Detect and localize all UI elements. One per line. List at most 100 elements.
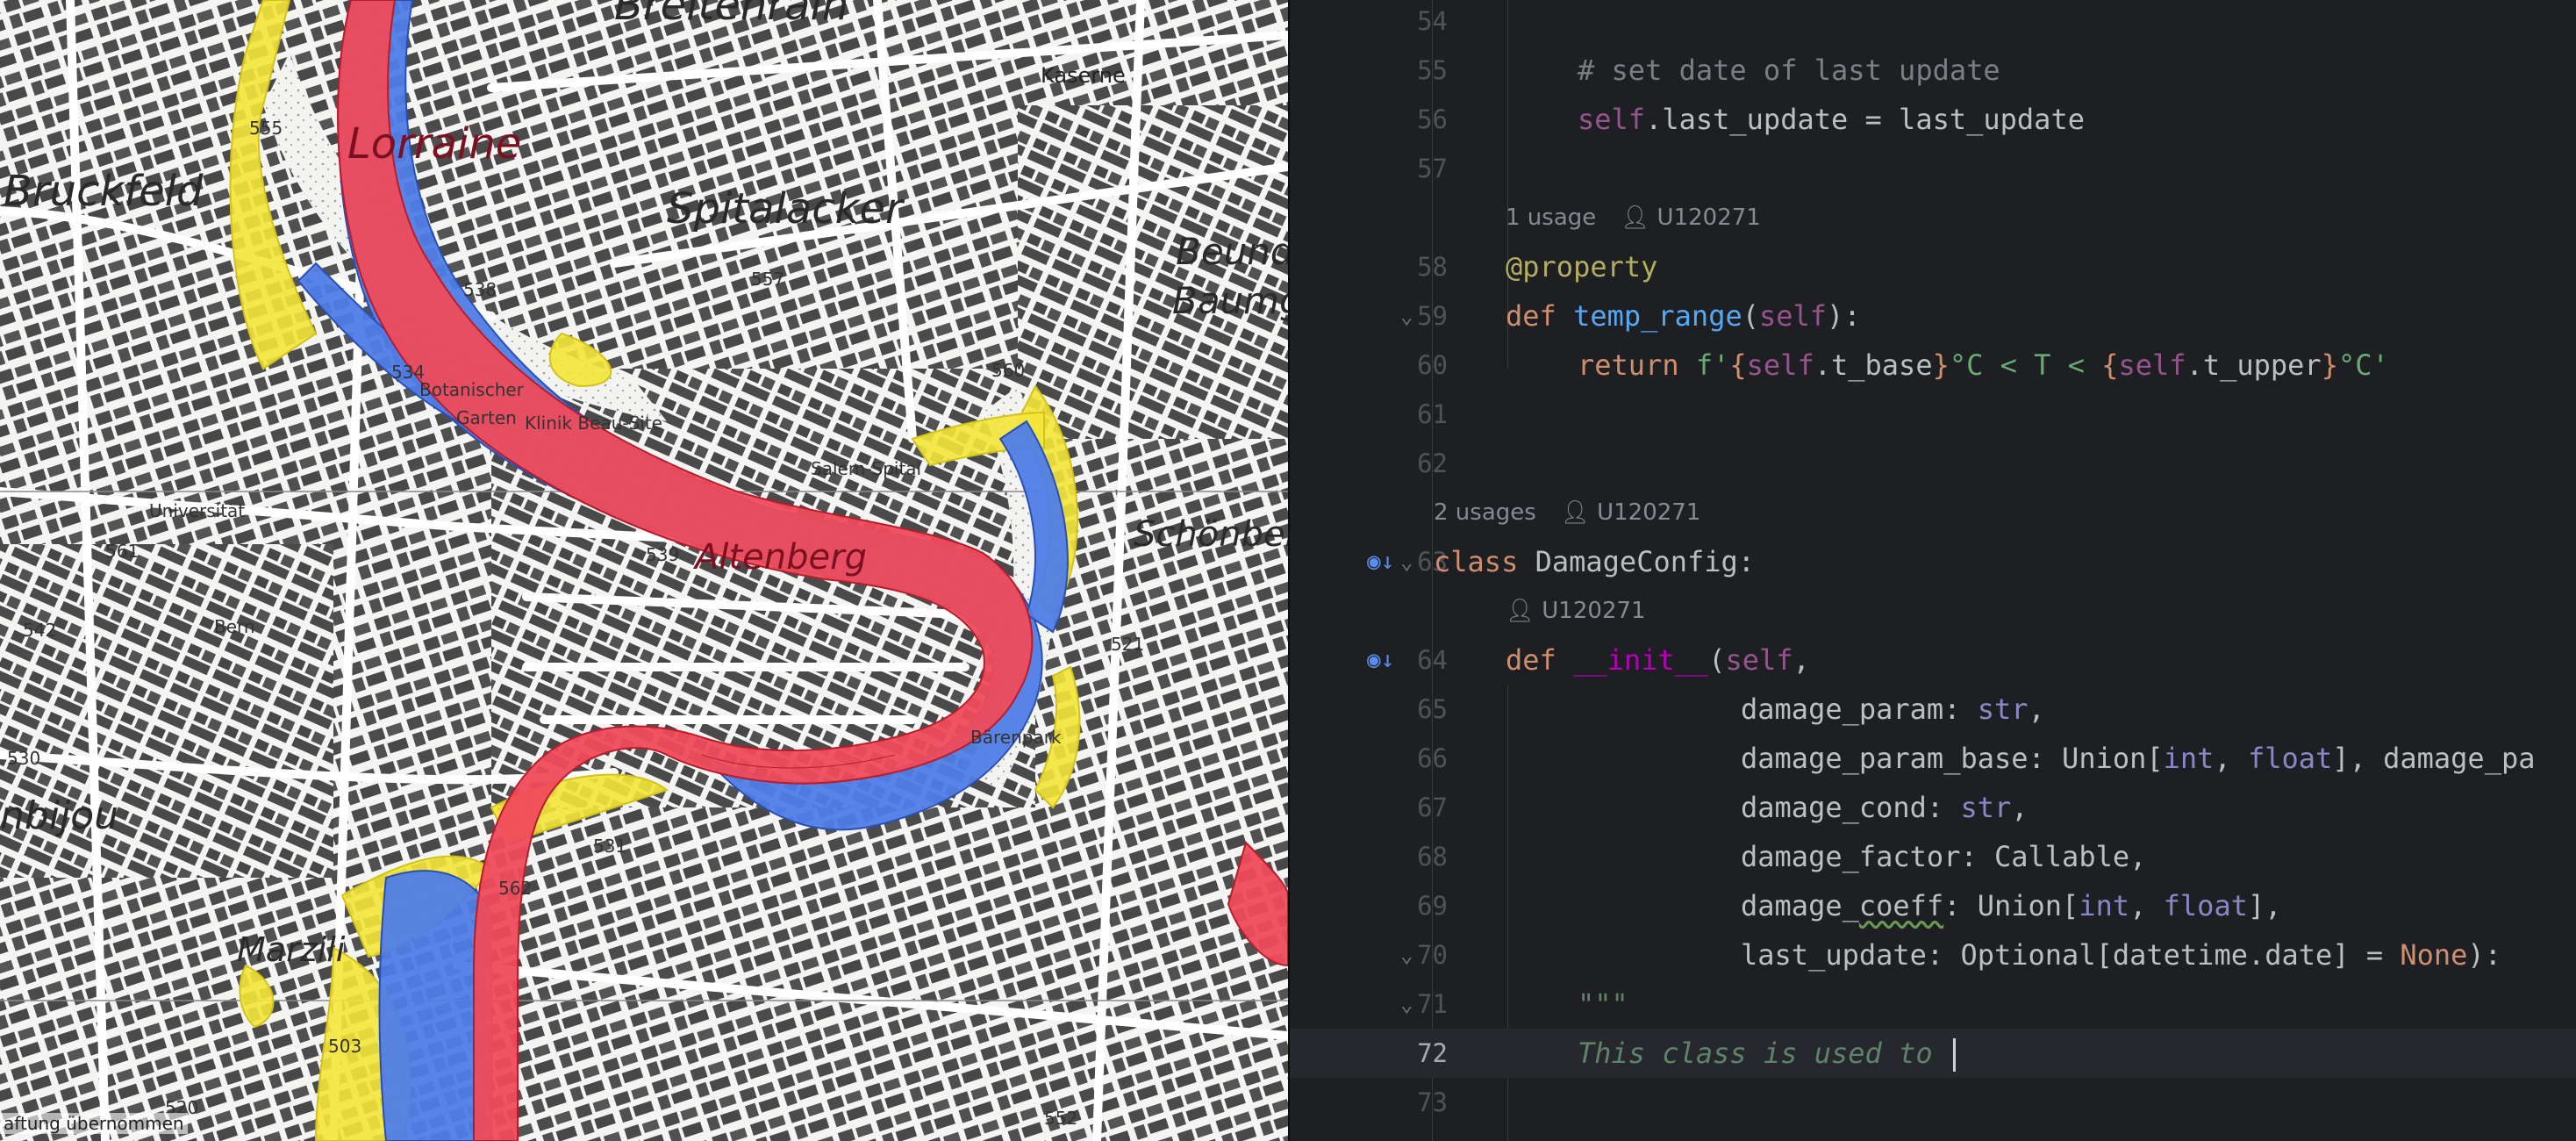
code-text[interactable]: This class is used to <box>1578 1029 1956 1078</box>
code-text[interactable]: self.last_update = last_update <box>1578 95 2085 144</box>
line-number[interactable]: 58 <box>1290 242 1448 291</box>
map-label-garten: Garten <box>456 407 517 428</box>
code-line[interactable]: 61 <box>1290 390 2576 439</box>
author-hint[interactable]: 👤︎ U120271 <box>1621 193 1761 242</box>
text-caret <box>1952 1038 1956 1072</box>
line-number[interactable]: 55 <box>1290 46 1448 95</box>
code-text[interactable]: damage_cond: str, <box>1741 783 2029 832</box>
type-token: float <box>2247 742 2333 775</box>
self-token: self <box>1725 643 1793 677</box>
code-line[interactable]: 69 damage_coeff: Union[int, float], <box>1290 881 2576 930</box>
code-text[interactable]: def temp_range(self): <box>1506 291 1861 341</box>
code-text[interactable]: @property <box>1506 242 1657 291</box>
line-number[interactable]: 59 <box>1290 291 1448 341</box>
map-label-barenpark: Bärenpark <box>970 727 1062 748</box>
elevation-557: 557 <box>751 269 785 290</box>
hazard-map[interactable]: Breitenrain Lorraine Bruckfeld Spitalack… <box>0 0 1288 1141</box>
brace-token: } <box>2321 348 2338 382</box>
line-number[interactable]: 61 <box>1290 390 1448 439</box>
line-number[interactable]: 68 <box>1290 832 1448 881</box>
docstring-token: """ <box>1578 987 1628 1021</box>
map-label-bruckfeld: Bruckfeld <box>4 167 204 216</box>
code-token: ): <box>2467 938 2501 972</box>
code-text[interactable]: damage_param: str, <box>1741 685 2045 734</box>
code-text[interactable]: def __init__(self, <box>1506 635 1810 685</box>
code-text[interactable]: """ <box>1578 980 1628 1029</box>
map-label-schonberg: Schönberg <box>1134 514 1288 555</box>
line-number[interactable]: 62 <box>1290 439 1448 488</box>
override-method-icon[interactable]: ◉↓ <box>1367 635 1394 685</box>
param-token: last_update: Optional[datetime.date] = <box>1741 938 2401 972</box>
type-token: int <box>2079 889 2130 922</box>
line-number[interactable]: 56 <box>1290 95 1448 144</box>
line-number[interactable]: 57 <box>1290 144 1448 193</box>
line-number[interactable]: 71 <box>1290 980 1448 1029</box>
code-text[interactable]: class DamageConfig: <box>1434 537 1755 586</box>
string-token: f' <box>1678 348 1730 382</box>
implemented-override-icon[interactable]: ◉↓ <box>1367 537 1394 586</box>
code-text[interactable]: damage_factor: Callable, <box>1741 832 2146 881</box>
code-line[interactable]: 73 <box>1290 1078 2576 1127</box>
code-line[interactable]: 58 @property <box>1290 242 2576 291</box>
code-line[interactable]: 66 damage_param_base: Union[int, float],… <box>1290 734 2576 783</box>
code-text[interactable]: # set date of last update <box>1578 46 2000 95</box>
map-attribution: aftung übernommen <box>0 1113 188 1134</box>
code-text[interactable]: last_update: Optional[datetime.date] = N… <box>1741 930 2501 980</box>
code-vision-hint[interactable]: 1 usage 👤︎ U120271 <box>1290 193 2576 242</box>
self-token: self <box>2118 348 2186 382</box>
author-hint[interactable]: 👤︎ U120271 <box>1506 598 1646 624</box>
brace-token: } <box>1932 348 1950 382</box>
fold-chevron-icon[interactable]: ⌄ <box>1400 930 1413 980</box>
line-number[interactable]: 66 <box>1290 734 1448 783</box>
code-text[interactable]: damage_param_base: Union[int, float], da… <box>1741 734 2535 783</box>
line-number[interactable]: 54 <box>1290 0 1448 46</box>
usages-hint[interactable]: 2 usages 👤︎ U120271 <box>1434 488 1700 537</box>
code-line[interactable]: 70 ⌄ last_update: Optional[datetime.date… <box>1290 930 2576 980</box>
person-icon: 👤︎ <box>1560 499 1598 526</box>
line-number[interactable]: 70 <box>1290 930 1448 980</box>
line-number[interactable]: 60 <box>1290 341 1448 390</box>
code-text[interactable]: damage_coeff: Union[int, float], <box>1741 881 2282 930</box>
line-number[interactable]: 73 <box>1290 1078 1448 1127</box>
fold-chevron-icon[interactable]: ⌄ <box>1400 980 1413 1029</box>
code-line[interactable]: 67 damage_cond: str, <box>1290 783 2576 832</box>
class-name: DamageConfig: <box>1518 545 1756 578</box>
code-vision-hint[interactable]: 2 usages 👤︎ U120271 <box>1290 488 2576 537</box>
usages-count[interactable]: 2 usages <box>1434 499 1536 526</box>
line-number[interactable]: 69 <box>1290 881 1448 930</box>
code-line[interactable]: 63 ◉↓ ⌄ class DamageConfig: <box>1290 537 2576 586</box>
line-number[interactable]: 67 <box>1290 783 1448 832</box>
map-label-botanischer: Botanischer <box>419 379 524 400</box>
code-token: ): <box>1827 299 1861 333</box>
code-vision-hint[interactable]: 👤︎ U120271 <box>1290 586 2576 635</box>
usages-hint[interactable]: 1 usage 👤︎ U120271 <box>1506 193 1761 242</box>
code-line[interactable]: 54 <box>1290 0 2576 46</box>
code-text[interactable]: return f'{self.t_base}°C < T < {self.t_u… <box>1578 341 2389 390</box>
line-number[interactable]: 65 <box>1290 685 1448 734</box>
code-line[interactable]: 62 <box>1290 439 2576 488</box>
code-line[interactable]: 64 ◉↓ def __init__(self, <box>1290 635 2576 685</box>
code-line[interactable]: 60 return f'{self.t_base}°C < T < {self.… <box>1290 341 2576 390</box>
code-line[interactable]: 55 # set date of last update <box>1290 46 2576 95</box>
elevation-538: 538 <box>463 279 497 300</box>
elevation-503: 503 <box>328 1036 362 1057</box>
usages-hint[interactable]: 👤︎ U120271 <box>1506 586 1646 635</box>
code-line[interactable]: 56 self.last_update = last_update <box>1290 95 2576 144</box>
code-token: , <box>2011 791 2029 824</box>
code-line[interactable]: 68 damage_factor: Callable, <box>1290 832 2576 881</box>
map-label-beunde: Beunde <box>1176 230 1288 273</box>
keyword-token: def <box>1506 643 1556 677</box>
code-editor[interactable]: 54 55 # set date of last update 56 self.… <box>1290 0 2576 1141</box>
author-name: U120271 <box>1597 499 1701 526</box>
code-line[interactable]: 59 ⌄ def temp_range(self): <box>1290 291 2576 341</box>
fold-chevron-icon[interactable]: ⌄ <box>1400 537 1413 586</box>
code-line[interactable]: 65 damage_param: str, <box>1290 685 2576 734</box>
code-line-current[interactable]: 72 This class is used to <box>1290 1029 2576 1078</box>
code-line[interactable]: 71 ⌄ """ <box>1290 980 2576 1029</box>
usages-count[interactable]: 1 usage <box>1506 205 1596 231</box>
comment-token: # set date of last update <box>1578 54 2000 87</box>
author-hint[interactable]: 👤︎ U120271 <box>1561 488 1701 537</box>
line-number[interactable]: 72 <box>1290 1029 1448 1078</box>
fold-chevron-icon[interactable]: ⌄ <box>1400 291 1413 341</box>
code-line[interactable]: 57 <box>1290 144 2576 193</box>
